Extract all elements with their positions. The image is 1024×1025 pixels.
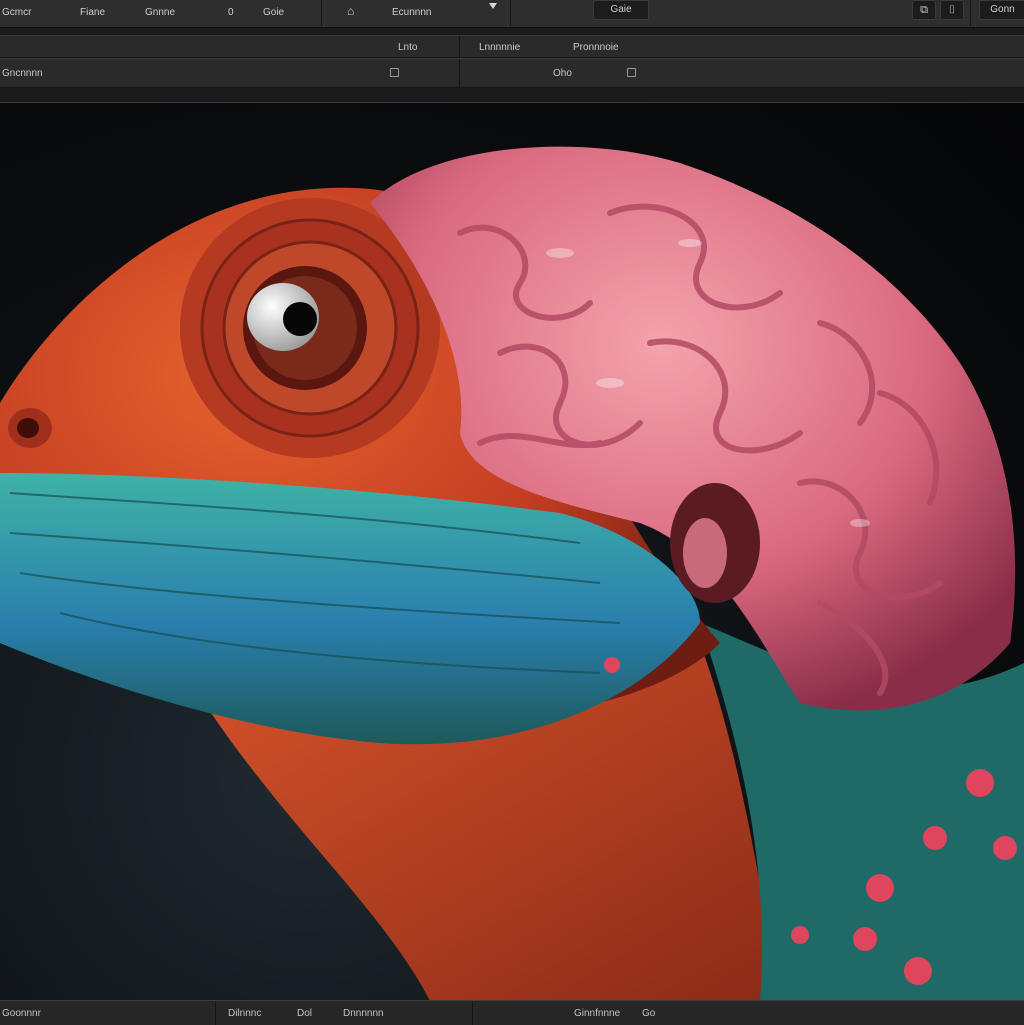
toolbar-label-oho[interactable]: Oho xyxy=(553,68,572,79)
toolbar-row-2: Gncnnnn Oho xyxy=(0,58,1024,88)
status-item-dnnnnnn[interactable]: Dnnnnnn xyxy=(343,1008,384,1019)
menu-divider xyxy=(970,0,971,26)
bracket-icon[interactable]: ⌷ xyxy=(940,0,964,20)
menu-item-fiane[interactable]: Fiane xyxy=(80,7,105,18)
toolbar-divider xyxy=(459,59,460,87)
right-toolbar-button[interactable]: Gonn xyxy=(979,0,1024,20)
status-item-dol[interactable]: Dol xyxy=(297,1008,312,1019)
toolbar-row-1: Lnto Lnnnnnie Pronnnoie xyxy=(0,35,1024,58)
toolbar-label-lnto[interactable]: Lnto xyxy=(398,42,417,53)
center-toolbar-button[interactable]: Gaie xyxy=(593,0,649,20)
eye-icon[interactable]: ⌂ xyxy=(347,4,354,18)
status-item-dilnnnc[interactable]: Dilnnnc xyxy=(228,1008,261,1019)
menu-item-zero[interactable]: 0 xyxy=(228,7,234,18)
toolbar-label-lnnnnnie[interactable]: Lnnnnnie xyxy=(479,42,520,53)
menu-divider xyxy=(321,0,322,26)
toolbar-divider xyxy=(459,36,460,57)
render-viewport[interactable] xyxy=(0,102,1024,1001)
menu-item-goie[interactable]: Goie xyxy=(263,7,284,18)
checkbox-icon[interactable] xyxy=(627,68,636,77)
toolbar-label-gncnnnn[interactable]: Gncnnnn xyxy=(2,68,43,79)
status-item-go: Go xyxy=(642,1008,656,1019)
menu-dropdown-ecunnnn[interactable]: Ecunnnn xyxy=(392,7,431,18)
status-item-ginnfnnne: Ginnfnnne xyxy=(574,1008,621,1019)
status-divider xyxy=(215,1001,216,1025)
status-item-goonnnr: Goonnnr xyxy=(2,1008,41,1019)
chevron-down-icon[interactable] xyxy=(489,3,497,9)
status-bar: Goonnnr Dilnnnc Dol Dnnnnnn Ginnfnnne Go xyxy=(0,1000,1024,1025)
menu-divider xyxy=(510,0,511,26)
status-divider xyxy=(472,1001,473,1025)
menu-item-gcmcr[interactable]: Gcmcr xyxy=(2,7,31,18)
checkbox-icon[interactable] xyxy=(390,68,399,77)
toolbar-label-pronnnoie[interactable]: Pronnnoie xyxy=(573,42,619,53)
menu-item-gnnne[interactable]: Gnnne xyxy=(145,7,175,18)
menu-bar: Gcmcr Fiane Gnnne 0 Goie ⌂ Ecunnnn Gaie … xyxy=(0,0,1024,28)
creature-render-image xyxy=(0,146,1024,1001)
screenshot-icon[interactable]: ⧉ xyxy=(912,0,936,20)
